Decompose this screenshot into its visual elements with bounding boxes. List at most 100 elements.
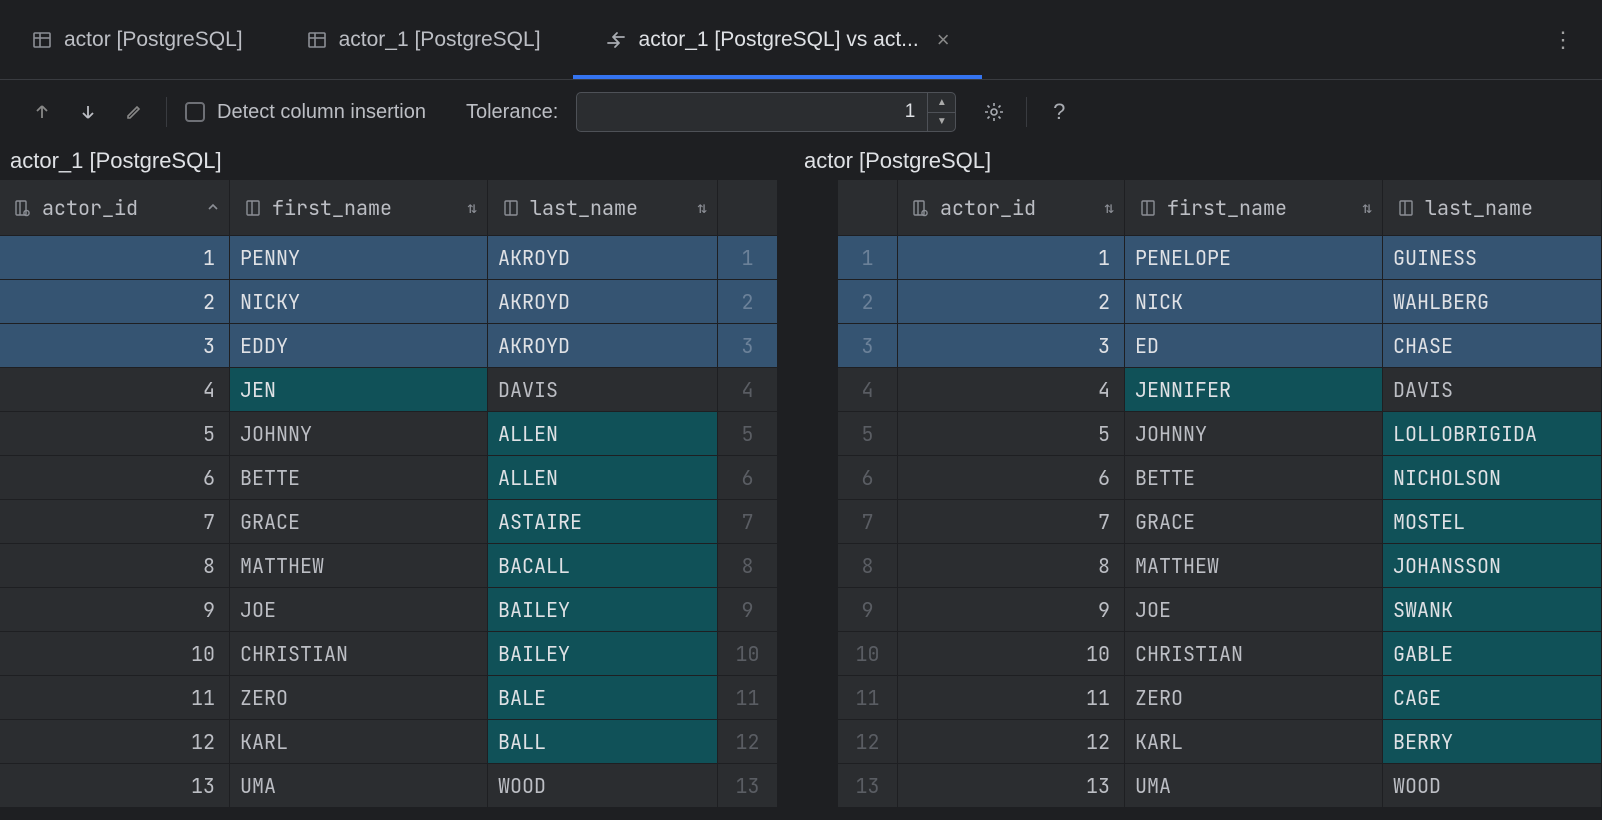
table-row[interactable]: 7GRACEASTAIRE777GRACEMOSTEL <box>0 500 1602 544</box>
detect-insertion-checkbox[interactable]: Detect column insertion <box>185 101 426 124</box>
table-row[interactable]: 13UMAWOOD131313UMAWOOD <box>0 764 1602 808</box>
cell-first-name: ZERO <box>1125 676 1383 720</box>
panel-gap <box>778 236 838 280</box>
cell-actor-id: 13 <box>898 764 1125 808</box>
table-row[interactable]: 1PENNYAKROYD111PENELOPEGUINESS <box>0 236 1602 280</box>
tab-actor[interactable]: actor [PostgreSQL] <box>0 0 275 79</box>
right-panel-title: actor [PostgreSQL] <box>796 148 1602 174</box>
tolerance-input[interactable] <box>577 101 927 123</box>
cell-last-name: CAGE <box>1383 676 1602 720</box>
col-header-last-name-right[interactable]: last_name <box>1383 180 1602 236</box>
cell-actor-id: 13 <box>0 764 230 808</box>
cell-first-name: JOE <box>230 588 488 632</box>
diff-icon <box>605 30 627 50</box>
sort-updown-icon: ⇅ <box>1104 197 1114 218</box>
tab-actor1[interactable]: actor_1 [PostgreSQL] <box>275 0 573 79</box>
data-rows: 1PENNYAKROYD111PENELOPEGUINESS2NICKYAKRO… <box>0 236 1602 808</box>
cell-last-name: LOLLOBRIGIDA <box>1383 412 1602 456</box>
step-up-button[interactable]: ▲ <box>928 93 955 113</box>
cell-actor-id: 1 <box>898 236 1125 280</box>
cell-actor-id: 11 <box>0 676 230 720</box>
cell-first-name: MATTHEW <box>230 544 488 588</box>
prev-diff-button[interactable] <box>28 98 56 126</box>
gutter-right: 2 <box>838 280 898 324</box>
cell-actor-id: 2 <box>0 280 230 324</box>
sort-asc-icon <box>207 197 219 218</box>
cell-last-name: BALL <box>488 720 718 764</box>
cell-actor-id: 2 <box>898 280 1125 324</box>
col-name: first_name <box>1167 195 1287 221</box>
cell-last-name: BAILEY <box>488 632 718 676</box>
cell-last-name: ALLEN <box>488 412 718 456</box>
checkbox-label: Detect column insertion <box>217 101 426 124</box>
cell-first-name: JEN <box>230 368 488 412</box>
left-panel-title: actor_1 [PostgreSQL] <box>10 148 796 174</box>
cell-first-name: KARL <box>1125 720 1383 764</box>
cell-last-name: GUINESS <box>1383 236 1602 280</box>
col-header-last-name-left[interactable]: last_name ⇅ <box>488 180 718 236</box>
tab-more-button[interactable]: ⋮ <box>1524 27 1602 53</box>
table-row[interactable]: 8MATTHEWBACALL888MATTHEWJOHANSSON <box>0 544 1602 588</box>
step-down-button[interactable]: ▼ <box>928 113 955 132</box>
panel-gap <box>778 412 838 456</box>
cell-last-name: ASTAIRE <box>488 500 718 544</box>
next-diff-button[interactable] <box>74 98 102 126</box>
col-header-actor-id-right[interactable]: actor_id ⇅ <box>898 180 1125 236</box>
cell-last-name: JOHANSSON <box>1383 544 1602 588</box>
cell-first-name: UMA <box>1125 764 1383 808</box>
cell-last-name: BALE <box>488 676 718 720</box>
cell-first-name: BETTE <box>1125 456 1383 500</box>
panel-gap <box>778 368 838 412</box>
panel-gap <box>778 588 838 632</box>
edit-button[interactable] <box>120 98 148 126</box>
table-row[interactable]: 5JOHNNYALLEN555JOHNNYLOLLOBRIGIDA <box>0 412 1602 456</box>
col-header-actor-id-left[interactable]: actor_id <box>0 180 230 236</box>
cell-last-name: WAHLBERG <box>1383 280 1602 324</box>
gutter-right: 12 <box>838 720 898 764</box>
cell-actor-id: 4 <box>898 368 1125 412</box>
col-name: first_name <box>272 195 392 221</box>
settings-button[interactable] <box>980 98 1008 126</box>
gutter-left: 10 <box>718 632 778 676</box>
tolerance-stepper: ▲ ▼ <box>927 93 955 131</box>
table-row[interactable]: 3EDDYAKROYD333EDCHASE <box>0 324 1602 368</box>
cell-actor-id: 6 <box>0 456 230 500</box>
cell-actor-id: 3 <box>898 324 1125 368</box>
col-name: actor_id <box>42 195 138 221</box>
cell-actor-id: 12 <box>0 720 230 764</box>
divider <box>1026 97 1027 127</box>
cell-actor-id: 12 <box>898 720 1125 764</box>
sort-updown-icon: ⇅ <box>467 197 477 218</box>
table-row[interactable]: 6BETTEALLEN666BETTENICHOLSON <box>0 456 1602 500</box>
cell-actor-id: 7 <box>898 500 1125 544</box>
cell-last-name: AKROYD <box>488 280 718 324</box>
panel-gap <box>778 456 838 500</box>
panel-gap <box>778 544 838 588</box>
cell-last-name: WOOD <box>1383 764 1602 808</box>
cell-last-name: DAVIS <box>488 368 718 412</box>
cell-actor-id: 5 <box>898 412 1125 456</box>
table-row[interactable]: 10CHRISTIANBAILEY101010CHRISTIANGABLE <box>0 632 1602 676</box>
gutter-left: 13 <box>718 764 778 808</box>
cell-last-name: WOOD <box>488 764 718 808</box>
cell-first-name: PENNY <box>230 236 488 280</box>
table-row[interactable]: 12KARLBALL121212KARLBERRY <box>0 720 1602 764</box>
col-header-first-name-left[interactable]: first_name ⇅ <box>230 180 488 236</box>
help-button[interactable]: ? <box>1045 98 1073 126</box>
gutter-right: 4 <box>838 368 898 412</box>
gutter-right: 10 <box>838 632 898 676</box>
cell-first-name: EDDY <box>230 324 488 368</box>
table-row[interactable]: 9JOEBAILEY999JOESWANK <box>0 588 1602 632</box>
cell-actor-id: 7 <box>0 500 230 544</box>
table-row[interactable]: 4JENDAVIS444JENNIFERDAVIS <box>0 368 1602 412</box>
cell-last-name: AKROYD <box>488 324 718 368</box>
close-icon[interactable]: × <box>937 27 950 53</box>
tab-compare[interactable]: actor_1 [PostgreSQL] vs act... × <box>573 0 982 79</box>
sort-updown-icon: ⇅ <box>1362 197 1372 218</box>
gutter-left: 3 <box>718 324 778 368</box>
col-header-first-name-right[interactable]: first_name ⇅ <box>1125 180 1383 236</box>
panel-gap <box>778 764 838 808</box>
cell-actor-id: 5 <box>0 412 230 456</box>
table-row[interactable]: 2NICKYAKROYD222NICKWAHLBERG <box>0 280 1602 324</box>
table-row[interactable]: 11ZEROBALE111111ZEROCAGE <box>0 676 1602 720</box>
